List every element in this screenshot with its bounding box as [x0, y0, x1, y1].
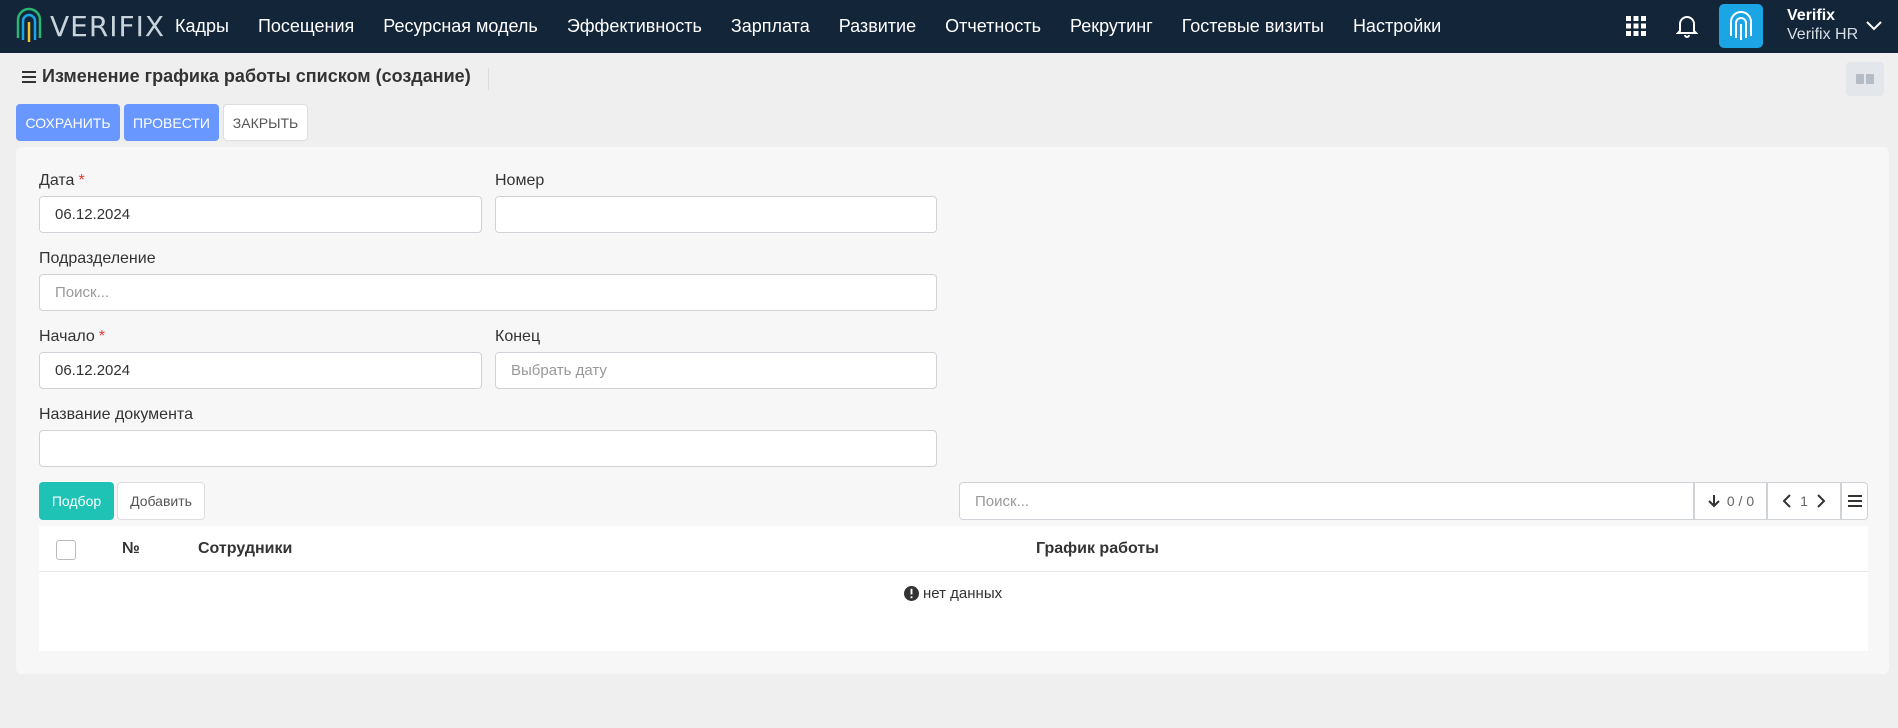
bell-icon[interactable]	[1672, 11, 1702, 41]
start-date-field[interactable]: 06.12.2024	[39, 352, 482, 389]
nav-item-reports[interactable]: Отчетность	[945, 16, 1041, 37]
sort-arrow-down-icon	[1708, 495, 1720, 508]
sort-count[interactable]: 0 / 0	[1694, 482, 1767, 520]
page-number: 1	[1800, 493, 1808, 509]
table-header: № Сотрудники График работы	[39, 526, 1868, 572]
hamburger-menu-icon[interactable]	[22, 70, 36, 84]
post-button[interactable]: ПРОВЕСТИ	[124, 104, 219, 141]
nav-item-salary[interactable]: Зарплата	[731, 16, 810, 37]
logo-text: VERIFIX	[50, 9, 166, 43]
column-work-schedule[interactable]: График работы	[1036, 540, 1159, 558]
user-menu[interactable]: Verifix Verifix HR	[1787, 6, 1858, 45]
nav-item-efficiency[interactable]: Эффективность	[567, 16, 702, 37]
chevron-right-icon[interactable]	[1816, 494, 1826, 508]
exclamation-circle-icon	[904, 586, 919, 601]
top-navbar: VERIFIX Кадры Посещения Ресурсная модель…	[0, 0, 1898, 53]
end-label: Конец	[495, 328, 541, 345]
division-label: Подразделение	[39, 250, 156, 267]
nav-item-recruiting[interactable]: Рекрутинг	[1070, 16, 1153, 37]
layout-toggle-icon	[1856, 74, 1874, 84]
nav-item-attendance[interactable]: Посещения	[258, 16, 354, 37]
column-employees[interactable]: Сотрудники	[198, 540, 292, 558]
nav-item-development[interactable]: Развитие	[839, 16, 916, 37]
chevron-left-icon[interactable]	[1782, 494, 1792, 508]
docname-field[interactable]	[39, 430, 937, 467]
fingerprint-icon	[1730, 11, 1752, 40]
end-date-field[interactable]: Выбрать дату	[495, 352, 937, 389]
apps-grid-icon[interactable]	[1621, 11, 1651, 41]
title-divider	[488, 68, 489, 90]
user-name: Verifix	[1787, 7, 1836, 24]
main-nav: Кадры Посещения Ресурсная модель Эффекти…	[175, 0, 1470, 53]
start-label: Начало *	[39, 328, 105, 345]
column-number[interactable]: №	[122, 540, 140, 558]
pagination: 1	[1767, 482, 1841, 520]
grid-search-input[interactable]: Поиск...	[959, 482, 1694, 520]
docname-label: Название документа	[39, 406, 193, 423]
number-field[interactable]	[495, 196, 937, 233]
page-title: Изменение графика работы списком (создан…	[42, 66, 471, 86]
page-header: Изменение графика работы списком (создан…	[22, 66, 471, 87]
user-org: Verifix HR	[1787, 26, 1859, 43]
record-count: 0 / 0	[1726, 493, 1755, 509]
empty-message: нет данных	[904, 585, 1002, 602]
logo[interactable]: VERIFIX	[14, 5, 165, 47]
date-field[interactable]: 06.12.2024	[39, 196, 482, 233]
nav-item-kadry[interactable]: Кадры	[175, 16, 229, 37]
select-button[interactable]: Подбор	[39, 482, 114, 520]
nav-item-guest-visits[interactable]: Гостевые визиты	[1182, 16, 1324, 37]
select-all-checkbox[interactable]	[56, 540, 76, 560]
save-button[interactable]: СОХРАНИТЬ	[16, 104, 120, 141]
grid-menu-button[interactable]	[1841, 482, 1868, 520]
avatar[interactable]	[1719, 4, 1763, 48]
employees-table: № Сотрудники График работы нет данных	[39, 526, 1868, 651]
chevron-down-icon[interactable]	[1865, 20, 1883, 32]
add-button[interactable]: Добавить	[117, 482, 205, 520]
logo-fingerprint-icon	[16, 7, 42, 42]
nav-item-resource-model[interactable]: Ресурсная модель	[383, 16, 538, 37]
close-button[interactable]: ЗАКРЫТЬ	[223, 104, 308, 141]
division-search-input[interactable]: Поиск...	[39, 274, 937, 311]
date-label: Дата *	[39, 172, 85, 189]
number-label: Номер	[495, 172, 545, 189]
empty-text: нет данных	[923, 585, 1003, 602]
nav-item-settings[interactable]: Настройки	[1353, 16, 1441, 37]
layout-toggle-button[interactable]	[1846, 62, 1884, 96]
list-menu-icon	[1847, 495, 1862, 507]
